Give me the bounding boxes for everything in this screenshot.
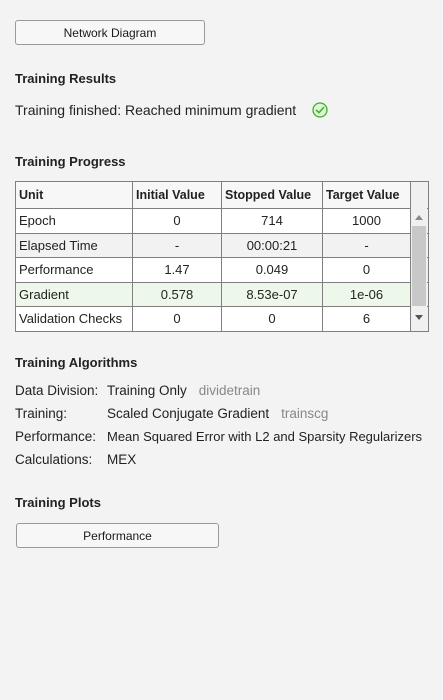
cell-unit: Epoch [15, 208, 133, 234]
header-corner [410, 181, 429, 209]
algorithm-function: dividetrain [198, 383, 261, 398]
cell-stopped: 00:00:21 [221, 232, 323, 258]
cell-target: 0 [322, 257, 411, 283]
algorithm-value: MEX [107, 452, 137, 467]
table-row[interactable]: Gradient 0.578 8.53e-07 1e-06 [15, 281, 429, 307]
cell-initial: 0 [132, 306, 222, 332]
column-header-initial[interactable]: Initial Value [132, 181, 222, 209]
table-row[interactable]: Elapsed Time - 00:00:21 - [15, 232, 429, 258]
algorithm-value: Training Only [107, 383, 187, 398]
training-progress-heading: Training Progress [15, 154, 126, 169]
column-header-unit[interactable]: Unit [15, 181, 133, 209]
algorithm-label: Training: [15, 406, 68, 421]
scroll-up-arrow-icon[interactable] [415, 215, 423, 220]
scrollbar-thumb[interactable] [412, 226, 426, 306]
algorithm-row-performance: Performance: Mean Squared Error with L2 … [15, 429, 422, 444]
cell-stopped: 714 [221, 208, 323, 234]
cell-unit: Elapsed Time [15, 232, 133, 258]
cell-unit: Gradient [15, 281, 133, 307]
cell-initial: 1.47 [132, 257, 222, 283]
algorithm-value: Scaled Conjugate Gradient [107, 406, 270, 421]
table-header-row: Unit Initial Value Stopped Value Target … [15, 181, 429, 209]
cell-unit: Performance [15, 257, 133, 283]
training-algorithms-heading: Training Algorithms [15, 355, 138, 370]
column-header-stopped[interactable]: Stopped Value [221, 181, 323, 209]
training-plots-heading: Training Plots [15, 495, 101, 510]
cell-target: 1e-06 [322, 281, 411, 307]
algorithm-row-training: Training: Scaled Conjugate Gradient trai… [15, 406, 328, 421]
algorithm-label: Data Division: [15, 383, 99, 398]
algorithm-label: Performance: [15, 429, 97, 444]
training-status-text: Training finished: Reached minimum gradi… [15, 102, 297, 118]
algorithm-label: Calculations: [15, 452, 93, 467]
table-vertical-scrollbar[interactable] [411, 208, 427, 327]
training-progress-table: Unit Initial Value Stopped Value Target … [15, 181, 429, 332]
cell-target: 1000 [322, 208, 411, 234]
cell-stopped: 0.049 [221, 257, 323, 283]
check-circle-icon [312, 102, 328, 118]
cell-target: - [322, 232, 411, 258]
algorithm-row-calculations: Calculations: MEX [15, 452, 136, 467]
cell-stopped: 8.53e-07 [221, 281, 323, 307]
cell-unit: Validation Checks [15, 306, 133, 332]
algorithm-function: trainscg [281, 406, 329, 421]
cell-initial: - [132, 232, 222, 258]
cell-stopped: 0 [221, 306, 323, 332]
training-results-heading: Training Results [15, 71, 117, 86]
cell-initial: 0.578 [132, 281, 222, 307]
performance-plot-button[interactable]: Performance [16, 523, 219, 548]
training-status: Training finished: Reached minimum gradi… [15, 102, 328, 118]
algorithm-row-data-division: Data Division: Training Only dividetrain [15, 383, 260, 398]
table-row[interactable]: Validation Checks 0 0 6 [15, 306, 429, 332]
column-header-target[interactable]: Target Value [322, 181, 411, 209]
algorithm-value: Mean Squared Error with L2 and Sparsity … [107, 429, 423, 444]
table-row[interactable]: Epoch 0 714 1000 [15, 208, 429, 234]
network-diagram-button[interactable]: Network Diagram [15, 20, 205, 45]
table-row[interactable]: Performance 1.47 0.049 0 [15, 257, 429, 283]
cell-initial: 0 [132, 208, 222, 234]
cell-target: 6 [322, 306, 411, 332]
scroll-down-arrow-icon[interactable] [415, 315, 423, 320]
